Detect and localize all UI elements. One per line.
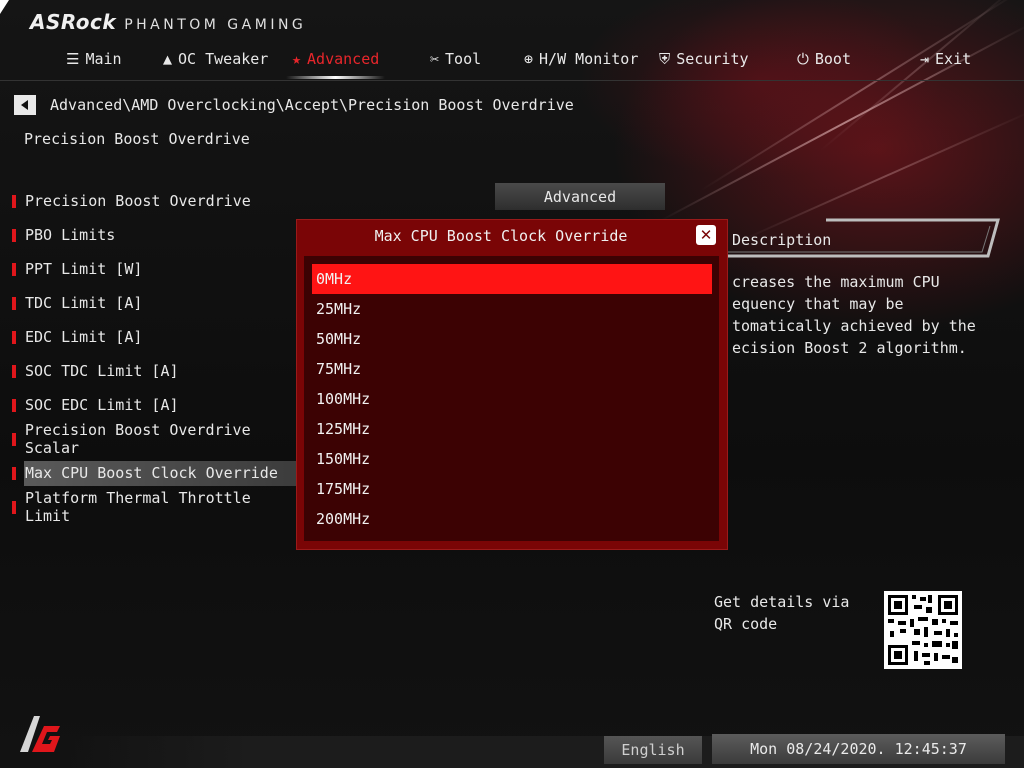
options-dialog: Max CPU Boost Clock Override ✕ 0MHz 25MH… bbox=[296, 219, 728, 550]
item-marker bbox=[12, 500, 16, 514]
item-marker bbox=[12, 194, 16, 208]
option-150mhz[interactable]: 150MHz bbox=[312, 444, 712, 474]
star-icon: ★ bbox=[292, 49, 302, 68]
language-button[interactable]: English bbox=[604, 736, 702, 764]
setting-label: SOC TDC Limit [A] bbox=[25, 362, 179, 380]
brand-logo: ASRock PHANTOM GAMING bbox=[30, 10, 306, 34]
item-marker bbox=[12, 364, 16, 378]
tab-boot[interactable]: ⏻ Boot bbox=[797, 50, 851, 68]
crosshair-icon: ⊕ bbox=[524, 49, 534, 68]
description-title: Description bbox=[732, 231, 832, 249]
top-tab-bar: ☰ Main ▲ OC Tweaker ★ Advanced ✂ Tool ⊕ … bbox=[0, 42, 1024, 80]
option-0mhz[interactable]: 0MHz bbox=[312, 264, 712, 294]
qr-code bbox=[884, 591, 962, 669]
tab-label: H/W Monitor bbox=[539, 50, 639, 68]
item-marker bbox=[12, 296, 16, 310]
tools-icon: ✂ bbox=[430, 49, 440, 68]
option-175mhz[interactable]: 175MHz bbox=[312, 474, 712, 504]
qr-label: Get details via QR code bbox=[714, 593, 850, 633]
item-marker bbox=[12, 228, 16, 242]
dialog-title: Max CPU Boost Clock Override bbox=[374, 227, 628, 245]
tab-label: Security bbox=[676, 50, 749, 68]
setting-label: PBO Limits bbox=[25, 226, 116, 244]
setting-label: PPT Limit [W] bbox=[25, 260, 143, 278]
brand-subtitle: PHANTOM GAMING bbox=[124, 17, 307, 33]
setting-item-soc-edc-limit[interactable]: SOC EDC Limit [A] bbox=[12, 388, 302, 422]
rocket-icon: ▲ bbox=[163, 49, 173, 68]
exit-icon: ⇥ bbox=[920, 49, 930, 68]
setting-label: Precision Boost Overdrive Scalar bbox=[24, 421, 251, 457]
mouse-cursor-icon bbox=[0, 0, 9, 14]
datetime-display: Mon 08/24/2020. 12:45:37 bbox=[712, 734, 1005, 764]
tab-label: Exit bbox=[935, 50, 972, 68]
option-25mhz[interactable]: 25MHz bbox=[312, 294, 712, 324]
tab-advanced[interactable]: ★ Advanced bbox=[285, 49, 386, 79]
tab-main[interactable]: ☰ Main bbox=[66, 50, 122, 68]
item-marker bbox=[12, 466, 16, 480]
qr-code-image bbox=[888, 595, 958, 665]
phantom-gaming-logo bbox=[14, 712, 62, 760]
setting-item-pbo-limits[interactable]: PBO Limits bbox=[12, 218, 302, 252]
precision-boost-overdrive-value[interactable]: Advanced bbox=[495, 183, 665, 210]
tab-security[interactable]: ⛨ Security bbox=[659, 50, 749, 68]
item-marker bbox=[12, 398, 16, 412]
tab-label: Boot bbox=[814, 50, 851, 68]
list-icon: ☰ bbox=[66, 49, 80, 68]
settings-list: Precision Boost Overdrive PBO Limits PPT… bbox=[12, 184, 314, 525]
item-marker bbox=[12, 432, 16, 446]
setting-item-ppt-limit[interactable]: PPT Limit [W] bbox=[12, 252, 302, 286]
setting-item-tdc-limit[interactable]: TDC Limit [A] bbox=[12, 286, 302, 320]
phantom-gaming-logo-icon bbox=[20, 716, 60, 752]
power-icon: ⏻ bbox=[797, 49, 809, 68]
tab-divider bbox=[0, 80, 1024, 81]
setting-label: TDC Limit [A] bbox=[25, 294, 143, 312]
setting-item-edc-limit[interactable]: EDC Limit [A] bbox=[12, 320, 302, 354]
setting-label: SOC EDC Limit [A] bbox=[25, 396, 179, 414]
tab-label: Main bbox=[85, 50, 122, 68]
close-icon: ✕ bbox=[699, 226, 713, 244]
back-button[interactable] bbox=[14, 95, 36, 115]
tab-exit[interactable]: ⇥ Exit bbox=[920, 50, 971, 68]
setting-label: Platform Thermal Throttle Limit bbox=[24, 489, 251, 525]
setting-item-soc-tdc-limit[interactable]: SOC TDC Limit [A] bbox=[12, 354, 302, 388]
setting-item-precision-boost-overdrive[interactable]: Precision Boost Overdrive bbox=[12, 184, 302, 218]
close-button[interactable]: ✕ bbox=[696, 225, 716, 245]
setting-item-pbo-scalar[interactable]: Precision Boost Overdrive Scalar bbox=[12, 421, 302, 457]
option-list: 0MHz 25MHz 50MHz 75MHz 100MHz 125MHz 150… bbox=[304, 256, 719, 541]
option-200mhz[interactable]: 200MHz bbox=[312, 504, 712, 534]
tab-oc-tweaker[interactable]: ▲ OC Tweaker bbox=[163, 50, 268, 68]
breadcrumb-path: Advanced\AMD Overclocking\Accept\Precisi… bbox=[50, 96, 574, 114]
tab-label: Tool bbox=[445, 50, 482, 68]
setting-label: Max CPU Boost Clock Override bbox=[25, 464, 278, 482]
brand-name: ASRock bbox=[30, 10, 117, 34]
setting-item-platform-thermal-throttle-limit[interactable]: Platform Thermal Throttle Limit bbox=[12, 489, 302, 525]
option-125mhz[interactable]: 125MHz bbox=[312, 414, 712, 444]
page-title: Precision Boost Overdrive bbox=[24, 130, 250, 148]
description-text: creases the maximum CPU equency that may… bbox=[732, 273, 976, 357]
tab-label: Advanced bbox=[307, 50, 380, 68]
setting-item-max-cpu-boost-clock-override[interactable]: Max CPU Boost Clock Override bbox=[12, 456, 314, 490]
tab-hw-monitor[interactable]: ⊕ H/W Monitor bbox=[524, 50, 638, 68]
tab-tool[interactable]: ✂ Tool bbox=[430, 50, 481, 68]
option-100mhz[interactable]: 100MHz bbox=[312, 384, 712, 414]
item-marker bbox=[12, 262, 16, 276]
shield-icon: ⛨ bbox=[659, 49, 671, 68]
setting-label: EDC Limit [A] bbox=[25, 328, 143, 346]
option-75mhz[interactable]: 75MHz bbox=[312, 354, 712, 384]
tab-label: OC Tweaker bbox=[178, 50, 269, 68]
item-marker bbox=[12, 330, 16, 344]
setting-label: Precision Boost Overdrive bbox=[25, 192, 251, 210]
option-50mhz[interactable]: 50MHz bbox=[312, 324, 712, 354]
breadcrumb: Advanced\AMD Overclocking\Accept\Precisi… bbox=[14, 95, 574, 115]
